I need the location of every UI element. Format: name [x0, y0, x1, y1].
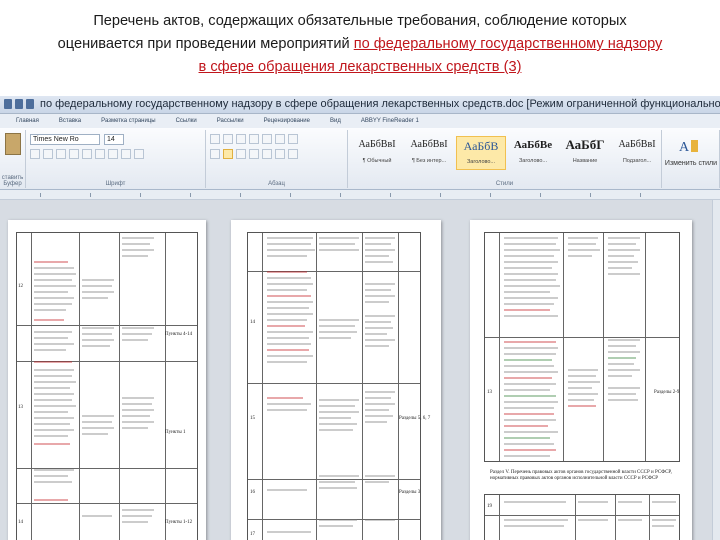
bullets-icon[interactable]	[210, 134, 220, 144]
page-2-text-lines	[267, 237, 395, 533]
style-title[interactable]: АаБбГ Название	[560, 136, 610, 170]
style-name: Заголово...	[466, 159, 496, 165]
quick-access-toolbar[interactable]	[4, 99, 34, 110]
save-icon[interactable]	[4, 99, 12, 109]
paragraph-group: Абзац	[206, 130, 348, 188]
change-styles-icon[interactable]: A	[678, 136, 700, 156]
page-1-text-lines	[34, 237, 154, 523]
superscript-icon[interactable]	[95, 149, 105, 159]
clipboard-group: ставить Буфер	[0, 130, 26, 188]
tab-references[interactable]: Ссылки	[166, 114, 207, 128]
title-bar: по федеральному государственному надзору…	[0, 96, 720, 114]
style-sample: АаБбВвІ	[618, 139, 656, 150]
change-styles-label: Изменить стили	[664, 160, 718, 167]
shading-icon[interactable]	[275, 149, 285, 159]
heading-line-2: оценивается при проведении мероприятий п…	[0, 33, 720, 56]
font-group: Times New Ro 14 Шрифт	[26, 130, 206, 188]
numbering-icon[interactable]	[223, 134, 233, 144]
tab-insert[interactable]: Вставка	[49, 114, 91, 128]
font-group-label: Шрифт	[105, 181, 126, 187]
tab-page-layout[interactable]: Разметка страницы	[91, 114, 165, 128]
heading-line-2-plain: оценивается при проведении мероприятий	[57, 36, 354, 52]
align-left-icon[interactable]	[210, 149, 220, 159]
highlight-icon[interactable]	[121, 149, 131, 159]
svg-text:A: A	[679, 140, 690, 155]
document-page-3[interactable]: 13 Разделы 2-9 Раздел V. Перечень правов…	[470, 220, 692, 540]
document-page-2[interactable]: 14 15 16 17 Разделы 5, 6, 7 Разделы 3	[231, 220, 441, 540]
tab-review[interactable]: Рецензирование	[254, 114, 320, 128]
font-size-select[interactable]: 14	[104, 134, 124, 145]
style-name: ¶ Обычный	[362, 158, 392, 164]
style-name: Название	[572, 158, 598, 164]
pilcrow-icon[interactable]	[288, 134, 298, 144]
style-name: ¶ Без интер...	[411, 158, 447, 164]
italic-icon[interactable]	[43, 149, 53, 159]
horizontal-ruler[interactable]	[0, 190, 720, 200]
sort-icon[interactable]	[275, 134, 285, 144]
style-sample: АаБбВвІ	[410, 139, 448, 150]
tab-home[interactable]: Главная	[6, 114, 49, 128]
tab-abbyy[interactable]: ABBYY FineReader 1	[351, 114, 429, 128]
borders-icon[interactable]	[288, 149, 298, 159]
styles-group: АаБбВвІ ¶ Обычный АаБбВвІ ¶ Без интер...…	[348, 130, 662, 188]
style-name: Заголово...	[518, 158, 548, 164]
strikethrough-icon[interactable]	[69, 149, 79, 159]
decrease-indent-icon[interactable]	[249, 134, 259, 144]
tab-mailings[interactable]: Рассылки	[207, 114, 254, 128]
heading-line-1: Перечень актов, содержащих обязательные …	[93, 13, 627, 29]
style-no-spacing[interactable]: АаБбВвІ ¶ Без интер...	[404, 136, 454, 170]
tab-view[interactable]: Вид	[320, 114, 351, 128]
font-format-row	[30, 149, 200, 161]
paragraph-row-1	[210, 134, 340, 146]
change-styles-group[interactable]: A Изменить стили	[662, 130, 720, 188]
styles-group-label: Стили	[495, 181, 514, 187]
ribbon: ставить Буфер Times New Ro 14 Шрифт Абза…	[0, 128, 720, 190]
document-workspace[interactable]: 12 13 14 Пункты 4-14 Пункты 1 Пункты 1-1…	[0, 200, 720, 540]
style-heading-2[interactable]: АаБбВе Заголово...	[508, 136, 558, 170]
bold-icon[interactable]	[30, 149, 40, 159]
align-right-icon[interactable]	[236, 149, 246, 159]
change-case-icon[interactable]	[108, 149, 118, 159]
style-subtitle[interactable]: АаБбВвІ Подзагол...	[612, 136, 662, 170]
style-heading-1[interactable]: АаБбВ Заголово...	[456, 136, 506, 170]
page-3-text-lines	[504, 237, 676, 527]
paste-icon[interactable]	[5, 133, 21, 155]
line-spacing-icon[interactable]	[262, 149, 272, 159]
style-sample: АаБбВвІ	[358, 139, 396, 150]
slide-heading: Перечень актов, содержащих обязательные …	[0, 10, 720, 79]
style-sample: АаБбВ	[463, 139, 499, 153]
increase-indent-icon[interactable]	[262, 134, 272, 144]
ribbon-tabs: Главная Вставка Разметка страницы Ссылки…	[0, 114, 720, 128]
paragraph-group-label: Абзац	[268, 181, 285, 187]
multilevel-list-icon[interactable]	[236, 134, 246, 144]
window-title: по федеральному государственному надзору…	[40, 98, 720, 110]
redo-icon[interactable]	[26, 99, 34, 109]
font-color-icon[interactable]	[134, 149, 144, 159]
undo-icon[interactable]	[15, 99, 23, 109]
style-normal[interactable]: АаБбВвІ ¶ Обычный	[352, 136, 402, 170]
style-sample: АаБбВе	[513, 139, 553, 151]
heading-line-3: в сфере обращения лекарственных средств …	[198, 59, 522, 75]
word-window: по федеральному государственному надзору…	[0, 96, 720, 540]
document-page-1[interactable]: 12 13 14 Пункты 4-14 Пункты 1 Пункты 1-1…	[8, 220, 206, 540]
heading-line-2-highlight: по федеральному государственному надзору	[353, 36, 663, 52]
underline-icon[interactable]	[56, 149, 66, 159]
font-name-select[interactable]: Times New Ro	[30, 134, 100, 145]
align-center-icon[interactable]	[223, 149, 233, 159]
clipboard-group-label: ставить Буфер	[1, 175, 24, 187]
justify-icon[interactable]	[249, 149, 259, 159]
paragraph-row-2	[210, 149, 340, 161]
style-name: Подзагол...	[622, 158, 652, 164]
vertical-scrollbar[interactable]	[712, 200, 720, 540]
style-sample: АаБбГ	[565, 137, 605, 152]
subscript-icon[interactable]	[82, 149, 92, 159]
